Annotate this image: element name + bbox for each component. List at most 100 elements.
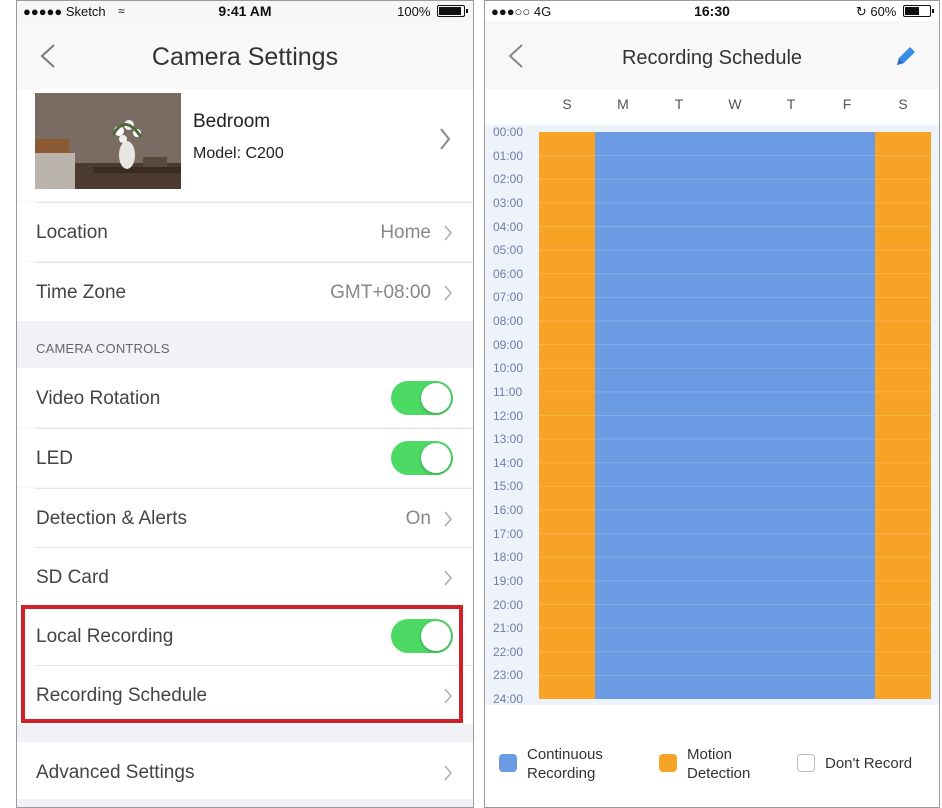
chevron-right-icon [440, 128, 451, 150]
hour-label: 22:00 [493, 644, 524, 659]
camera-card[interactable]: Bedroom Model: C200 [17, 89, 473, 201]
hour-label: 03:00 [493, 195, 524, 210]
dont-record-swatch [797, 754, 815, 772]
camera-model: Model: C200 [193, 145, 284, 162]
battery-status: 100% [397, 4, 468, 19]
hour-label: 12:00 [493, 408, 524, 423]
time-zone-value: GMT+08:00 [330, 282, 431, 303]
weekday-label-3: W [728, 96, 742, 112]
toggle-knob [421, 443, 451, 473]
hour-label: 20:00 [493, 597, 524, 612]
chevron-right-icon [444, 285, 453, 301]
led-row: LED [17, 428, 473, 487]
recording-schedule-row[interactable]: Recording Schedule [17, 665, 473, 724]
hour-label: 07:00 [493, 290, 524, 305]
hour-label: 13:00 [493, 432, 524, 447]
hour-label: 06:00 [493, 266, 524, 281]
time-zone-label: Time Zone [36, 282, 127, 303]
chevron-right-icon [444, 688, 453, 704]
continuous-legend-line2: Recording [527, 765, 596, 782]
section-header: CAMERA CONTROLS [17, 321, 473, 368]
video-rotation-label: Video Rotation [36, 388, 161, 409]
battery-icon [903, 5, 934, 17]
page-title: Recording Schedule [621, 47, 803, 69]
camera-thumbnail [35, 93, 181, 189]
navigation-bar: Recording Schedule [485, 21, 939, 90]
hour-label: 08:00 [493, 314, 524, 328]
video-rotation-toggle[interactable] [391, 381, 453, 415]
advanced-settings-label: Advanced Settings [36, 762, 195, 783]
sd-card-label: SD Card [36, 567, 109, 588]
hour-label: 17:00 [493, 526, 524, 541]
weekday-label-6: S [898, 96, 908, 112]
video-rotation-row: Video Rotation [17, 368, 473, 427]
advanced-settings-row[interactable]: Advanced Settings [17, 742, 473, 799]
battery-status: ↻ 60% [855, 4, 934, 20]
location-value: Home [380, 222, 431, 243]
continuous-swatch [499, 754, 517, 772]
motion-swatch [659, 754, 677, 772]
led-label: LED [36, 448, 73, 469]
schedule-grid[interactable] [539, 132, 931, 699]
chevron-right-icon [444, 570, 453, 586]
hour-label: 00:00 [493, 125, 524, 139]
chevron-right-icon [444, 765, 453, 781]
hour-label: 11:00 [493, 384, 523, 399]
local-recording-toggle[interactable] [391, 619, 453, 653]
recording-schedule-screen: ●●●○○ 4G 16:30 ↻ 60% Recording Schedule … [484, 0, 940, 808]
status-bar: ●●●●● Sketch ≈ 9:41 AM 100% [17, 1, 473, 21]
hour-label: 18:00 [493, 550, 524, 565]
chevron-right-icon [444, 225, 453, 241]
status-bar: ●●●○○ 4G 16:30 ↻ 60% [485, 1, 939, 21]
hour-label: 05:00 [493, 243, 524, 258]
weekday-label-1: M [617, 96, 629, 112]
detection-alerts-value: On [405, 508, 431, 529]
weekday-label-2: T [674, 96, 684, 112]
hour-label: 01:00 [493, 148, 524, 163]
legend: Continuous Recording Motion Detection Do… [485, 731, 939, 791]
chevron-right-icon [444, 511, 453, 527]
list-gap [17, 724, 473, 742]
rotation-lock-icon: ↻ [855, 4, 867, 19]
camera-name: Bedroom [193, 111, 271, 132]
hour-label: 16:00 [493, 503, 524, 517]
hour-label: 14:00 [493, 455, 524, 470]
motion-legend-line1: Motion [687, 746, 733, 763]
weekday-label-4: T [786, 96, 796, 112]
led-toggle[interactable] [391, 441, 453, 475]
page-title: Camera Settings [151, 43, 339, 71]
local-recording-row: Local Recording [17, 606, 473, 665]
battery-percent: 100% [397, 4, 431, 19]
hour-label: 04:00 [493, 219, 524, 234]
battery-percent: 60% [870, 4, 897, 19]
location-row[interactable]: Location Home [17, 202, 473, 261]
navigation-bar: Camera Settings [17, 21, 473, 90]
weekday-label-0: S [562, 96, 572, 112]
detection-alerts-label: Detection & Alerts [36, 508, 188, 529]
location-label: Location [36, 222, 108, 243]
hour-label: 15:00 [493, 479, 524, 494]
motion-legend-label: Motion Detection [687, 745, 750, 783]
hour-label: 10:00 [493, 361, 524, 376]
toggle-knob [421, 621, 451, 651]
toggle-knob [421, 383, 451, 413]
detection-alerts-row[interactable]: Detection & Alerts On [17, 488, 473, 547]
recording-schedule-label: Recording Schedule [36, 685, 208, 706]
list-bottom [17, 799, 473, 807]
hour-label: 19:00 [493, 573, 524, 588]
time-zone-row[interactable]: Time Zone GMT+08:00 [17, 262, 473, 321]
motion-legend-line2: Detection [687, 765, 751, 782]
continuous-legend-label: Continuous Recording [527, 745, 603, 783]
hour-label: 23:00 [493, 668, 524, 683]
sd-card-row[interactable]: SD Card [17, 547, 473, 606]
weekday-header: SMTWTFS [485, 89, 939, 125]
hour-label: 02:00 [493, 172, 524, 187]
pencil-edit-icon[interactable] [893, 43, 919, 69]
hour-label: 21:00 [493, 621, 524, 636]
battery-icon [437, 5, 468, 17]
hour-label: 09:00 [493, 337, 524, 352]
camera-settings-screen: ●●●●● Sketch ≈ 9:41 AM 100% Camera Setti… [16, 0, 474, 808]
weekday-label-5: F [842, 96, 852, 112]
section-header-text: CAMERA CONTROLS [36, 341, 170, 356]
continuous-legend-line1: Continuous [527, 746, 603, 763]
